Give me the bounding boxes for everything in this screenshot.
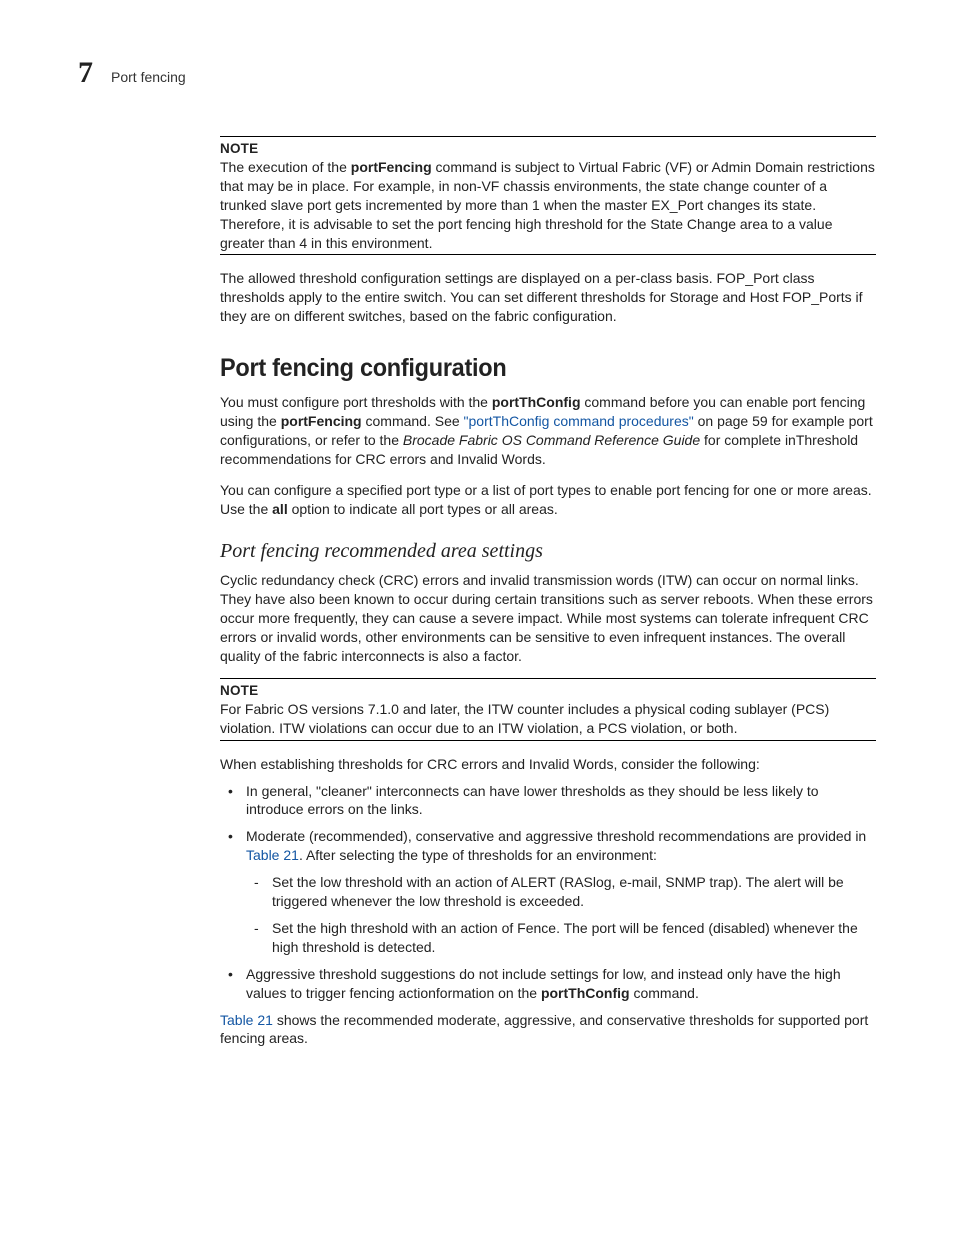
rule xyxy=(220,740,876,741)
chapter-number: 7 xyxy=(78,56,93,90)
note-text: For Fabric OS versions 7.1.0 and later, … xyxy=(220,700,876,738)
link-portthconfig-procedures[interactable]: "portThConfig command procedures" xyxy=(464,413,694,429)
heading-port-fencing-configuration: Port fencing configuration xyxy=(220,354,837,383)
note-text: The execution of the portFencing command… xyxy=(220,158,876,252)
link-table-21[interactable]: Table 21 xyxy=(220,1012,273,1028)
text: The execution of the xyxy=(220,159,351,175)
paragraph: Table 21 shows the recommended moderate,… xyxy=(220,1011,876,1049)
note-label: NOTE xyxy=(220,141,876,156)
command-name: portThConfig xyxy=(492,394,581,410)
rule xyxy=(220,136,876,137)
command-name: portThConfig xyxy=(541,985,630,1001)
text: shows the recommended moderate, aggressi… xyxy=(220,1012,868,1047)
option-name: all xyxy=(272,501,288,517)
paragraph: The allowed threshold configuration sett… xyxy=(220,269,876,326)
paragraph: You must configure port thresholds with … xyxy=(220,393,876,469)
list-item: In general, "cleaner" interconnects can … xyxy=(246,782,876,820)
link-table-21[interactable]: Table 21 xyxy=(246,847,299,863)
command-name: portFencing xyxy=(351,159,432,175)
note-label: NOTE xyxy=(220,683,876,698)
reference-title: Brocade Fabric OS Command Reference Guid… xyxy=(403,432,700,448)
list-item: Aggressive threshold suggestions do not … xyxy=(246,965,876,1003)
text: Set the low threshold with an action of … xyxy=(272,874,844,909)
list-item: Moderate (recommended), conservative and… xyxy=(246,827,876,956)
paragraph: You can configure a specified port type … xyxy=(220,481,876,519)
page: 7 Port fencing NOTE The execution of the… xyxy=(0,0,954,1120)
command-name: portFencing xyxy=(281,413,362,429)
text: Set the high threshold with an action of… xyxy=(272,920,858,955)
text: Moderate (recommended), conservative and… xyxy=(246,828,866,844)
note-block-2: NOTE For Fabric OS versions 7.1.0 and la… xyxy=(220,678,876,741)
list-item: Set the high threshold with an action of… xyxy=(272,919,876,957)
text: You must configure port thresholds with … xyxy=(220,394,492,410)
bullet-list: In general, "cleaner" interconnects can … xyxy=(220,782,876,1003)
paragraph: Cyclic redundancy check (CRC) errors and… xyxy=(220,571,876,665)
dash-list: Set the low threshold with an action of … xyxy=(246,873,876,957)
running-header: 7 Port fencing xyxy=(78,56,876,90)
text: command. See xyxy=(362,413,464,429)
heading-recommended-area-settings: Port fencing recommended area settings xyxy=(220,540,876,563)
chapter-title: Port fencing xyxy=(111,69,186,85)
rule xyxy=(220,678,876,679)
rule xyxy=(220,254,876,255)
list-item: Set the low threshold with an action of … xyxy=(272,873,876,911)
text: In general, "cleaner" interconnects can … xyxy=(246,783,819,818)
text: command. xyxy=(630,985,699,1001)
text: option to indicate all port types or all… xyxy=(288,501,558,517)
paragraph: When establishing thresholds for CRC err… xyxy=(220,755,876,774)
body-content: NOTE The execution of the portFencing co… xyxy=(220,136,876,1048)
text: . After selecting the type of thresholds… xyxy=(299,847,657,863)
note-block-1: NOTE The execution of the portFencing co… xyxy=(220,136,876,255)
